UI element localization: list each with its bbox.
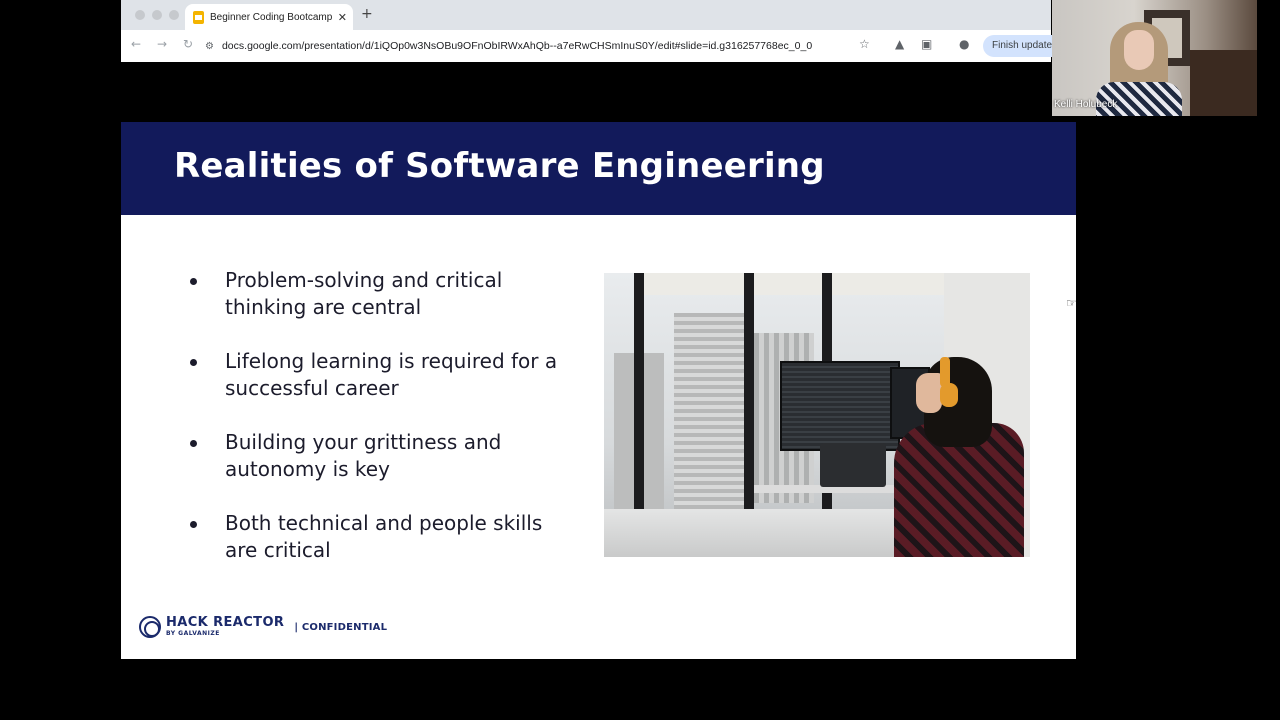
forward-icon[interactable]: → — [157, 38, 167, 50]
bullet-item: Lifelong learning is required for a succ… — [187, 348, 567, 402]
site-info-icon[interactable]: ⚙ — [205, 41, 214, 52]
photo-window-frame — [634, 273, 644, 533]
photo-person-face — [916, 373, 942, 413]
logo-mark-icon — [139, 616, 161, 638]
close-window-icon[interactable] — [135, 10, 145, 20]
bullet-text: Problem-solving and critical thinking ar… — [225, 268, 503, 319]
browser-toolbar: ← → ↻ ⚙ docs.google.com/presentation/d/1… — [121, 30, 1063, 62]
bullet-icon — [190, 278, 197, 285]
browser-window: Beginner Coding Bootcamp C ✕ + ← → ↻ ⚙ d… — [121, 0, 1063, 62]
profile-icon[interactable]: ● — [959, 38, 969, 50]
logo-main-text: HACK REACTOR — [166, 615, 285, 630]
tab-close-icon[interactable]: ✕ — [338, 12, 347, 23]
photo-building — [674, 313, 744, 513]
confidential-label: | CONFIDENTIAL — [294, 621, 388, 633]
participant-name: Kelli Holubeck — [1054, 99, 1118, 110]
slide-header-band: Realities of Software Engineering — [121, 122, 1076, 215]
extension-icon[interactable]: ▲ — [895, 38, 904, 50]
dresser — [1190, 50, 1257, 116]
photo-monitor — [780, 361, 900, 451]
browser-tab[interactable]: Beginner Coding Bootcamp C ✕ — [185, 4, 353, 30]
maximize-window-icon[interactable] — [169, 10, 179, 20]
webcam-tile: Kelli Holubeck — [1052, 0, 1257, 116]
slide-title: Realities of Software Engineering — [174, 146, 825, 186]
address-bar[interactable]: ⚙ docs.google.com/presentation/d/1iQOp0w… — [205, 34, 885, 58]
tab-title: Beginner Coding Bootcamp C — [210, 11, 334, 23]
hack-reactor-logo: HACK REACTOR BY GALVANIZE | CONFIDENTIAL — [139, 616, 387, 638]
back-icon[interactable]: ← — [131, 38, 141, 50]
bullet-item: Problem-solving and critical thinking ar… — [187, 267, 567, 321]
window-controls — [135, 10, 179, 20]
bullet-text: Both technical and people skills are cri… — [225, 511, 543, 562]
new-tab-button[interactable]: + — [361, 7, 373, 21]
presentation-slide: Realities of Software Engineering Proble… — [121, 122, 1076, 659]
photo-window-frame — [744, 273, 754, 533]
headphones-icon — [940, 383, 958, 407]
bullet-item: Both technical and people skills are cri… — [187, 510, 567, 564]
bullet-item: Building your grittiness and autonomy is… — [187, 429, 567, 483]
bullet-icon — [190, 440, 197, 447]
star-icon[interactable]: ☆ — [859, 38, 870, 50]
puzzle-icon[interactable]: ▣ — [921, 38, 932, 50]
tab-bar: Beginner Coding Bootcamp C ✕ + — [121, 0, 1051, 30]
reload-icon[interactable]: ↻ — [183, 38, 193, 50]
bullet-icon — [190, 359, 197, 366]
slides-favicon-icon — [193, 10, 204, 24]
hand-cursor-icon: ☞ — [1066, 296, 1077, 310]
finish-update-button[interactable]: Finish update — [983, 35, 1063, 57]
logo-text: HACK REACTOR BY GALVANIZE — [166, 616, 284, 638]
slide-photo — [604, 273, 1030, 557]
presenter-face — [1124, 30, 1154, 70]
photo-window-blind — [644, 273, 944, 295]
photo-laptop — [820, 443, 886, 487]
bullet-icon — [190, 521, 197, 528]
logo-sub-text: BY GALVANIZE — [166, 630, 220, 637]
bullet-text: Building your grittiness and autonomy is… — [225, 430, 502, 481]
url-text: docs.google.com/presentation/d/1iQOp0w3N… — [221, 40, 813, 52]
bullet-text: Lifelong learning is required for a succ… — [225, 349, 558, 400]
bullet-list: Problem-solving and critical thinking ar… — [187, 267, 567, 591]
minimize-window-icon[interactable] — [152, 10, 162, 20]
